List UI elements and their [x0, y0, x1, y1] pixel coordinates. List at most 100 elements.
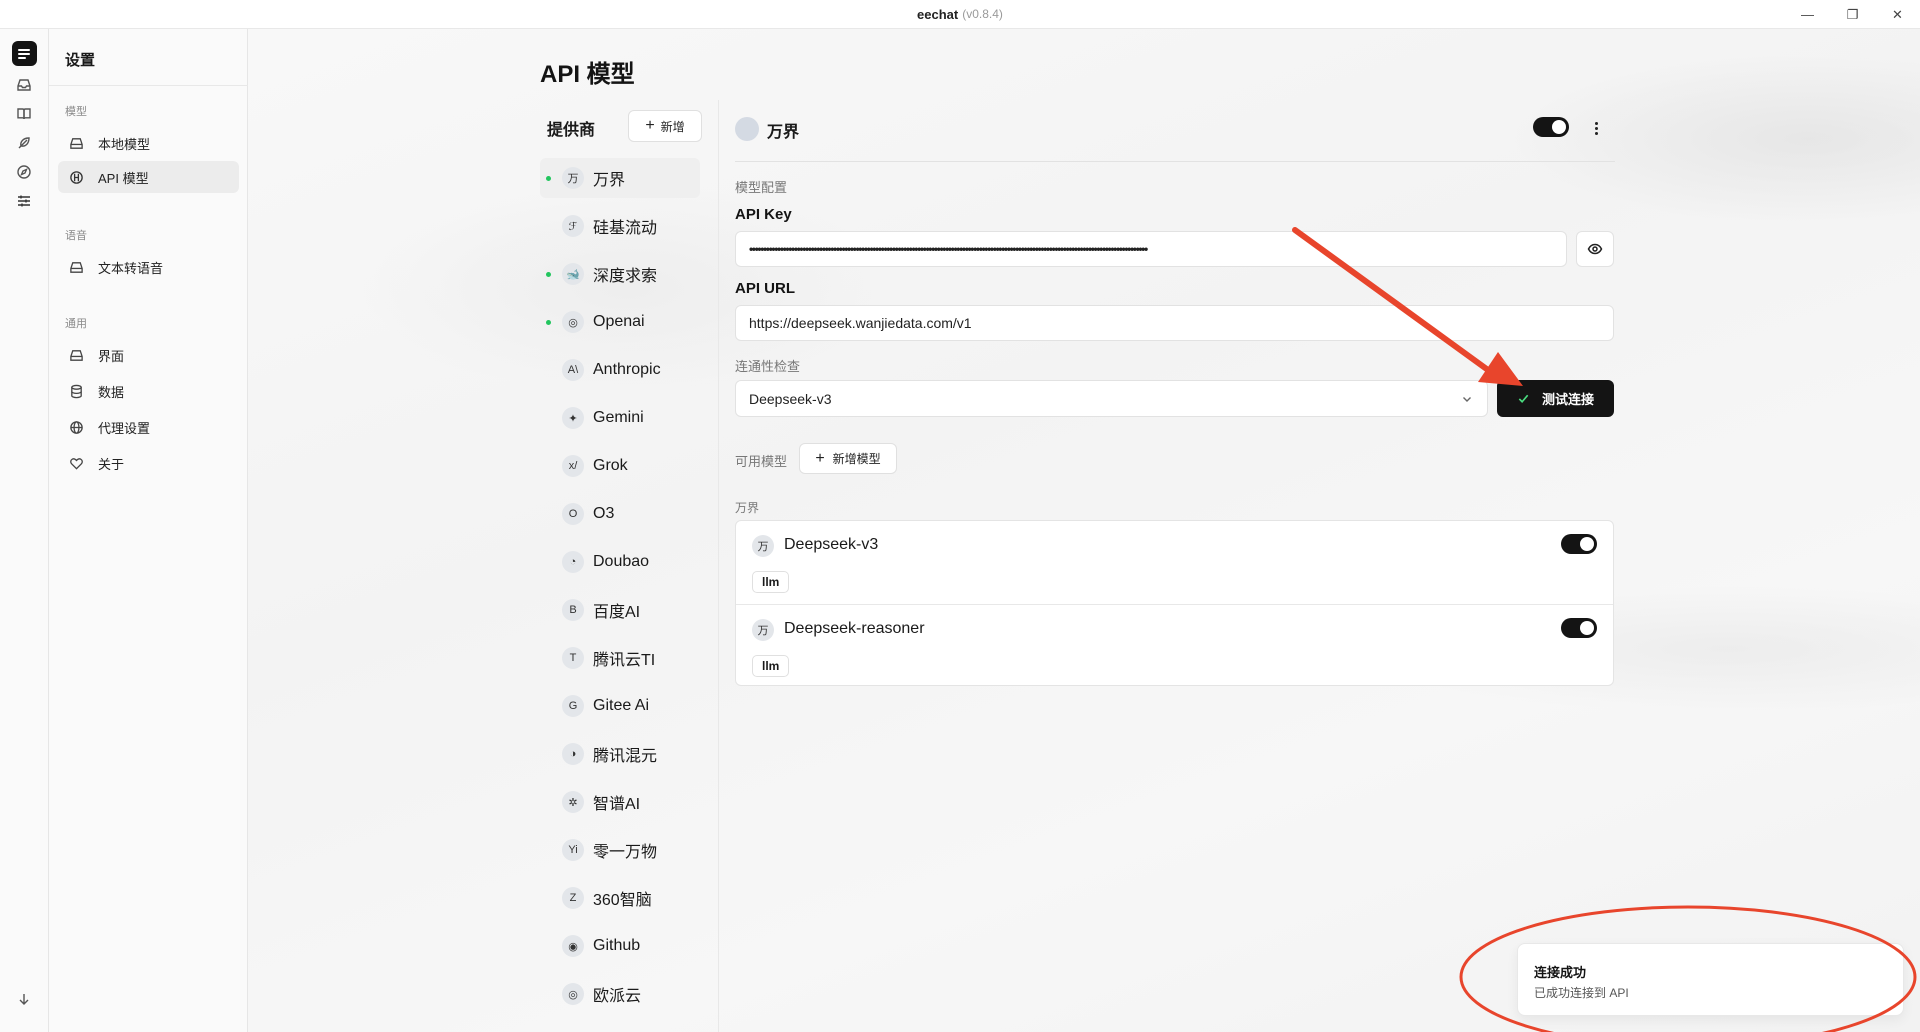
divider [718, 100, 719, 1032]
provider-icon: B [562, 599, 584, 621]
sidebar-item-about[interactable]: 关于 [58, 447, 239, 479]
api-key-label: API Key [735, 206, 792, 223]
logo-icon[interactable] [12, 41, 37, 66]
sidebar-item-tts[interactable]: 文本转语音 [58, 251, 239, 283]
sidebar-item-label: 数据 [98, 384, 125, 400]
arrow-down-icon[interactable] [14, 989, 34, 1009]
toast-notification: 连接成功 已成功连接到 API [1517, 943, 1904, 1016]
provider-label: 百度AI [593, 604, 641, 621]
toggle-visibility-button[interactable] [1576, 231, 1614, 267]
more-options-icon[interactable] [1590, 118, 1602, 138]
provider-avatar [735, 117, 759, 141]
sidebar-item-data[interactable]: 数据 [58, 375, 239, 407]
provider-item[interactable]: ◔ Doubao [540, 542, 700, 582]
provider-item[interactable]: B 百度AI [540, 590, 700, 630]
new-provider-label: 新增 [660, 119, 685, 134]
sidebar-item-local-model[interactable]: 本地模型 [58, 127, 239, 159]
provider-label: 欧派云 [593, 988, 642, 1005]
sidebar-item-proxy[interactable]: 代理设置 [58, 411, 239, 443]
provider-label: Grok [593, 457, 628, 474]
providers-heading: 提供商 [547, 122, 596, 139]
provider-item[interactable]: x/Grok [540, 446, 700, 486]
settings-sidebar: 设置 模型 本地模型 API 模型 语音 文本转语音 通用 界面 数据 代理设置… [49, 29, 248, 1032]
restore-button[interactable]: ❐ [1830, 0, 1875, 29]
provider-item[interactable]: A\ Anthropic [540, 350, 700, 390]
settings-title: 设置 [65, 52, 96, 69]
page-title: API 模型 [540, 61, 635, 88]
provider-label: 零一万物 [593, 844, 658, 861]
toast-title: 连接成功 [1534, 965, 1587, 980]
window-title: eechat [917, 6, 959, 22]
book-icon[interactable] [14, 104, 34, 124]
group-label-general: 通用 [65, 318, 87, 330]
database-icon [68, 383, 84, 399]
section-label: 模型配置 [735, 180, 788, 195]
provider-icon: G [562, 695, 584, 717]
provider-label: Github [593, 937, 641, 954]
provider-icon: x/ [562, 455, 584, 477]
chevron-down-icon [1463, 397, 1471, 402]
model-list-card: 万 Deepseek-v3 llm 万 Deepseek-reasoner ll… [735, 520, 1614, 686]
provider-item[interactable]: ✲ 智谱AI [540, 782, 700, 822]
provider-item[interactable]: 万万界 [540, 158, 700, 198]
provider-item[interactable]: ℱ 硅基流动 [540, 206, 700, 246]
connectivity-model-select[interactable]: Deepseek-v3 [735, 380, 1488, 417]
provider-icon: Yi [562, 839, 584, 861]
provider-label: 腾讯混元 [593, 748, 658, 765]
close-window-button[interactable]: ✕ [1875, 0, 1920, 29]
provider-icon: ✦ [562, 407, 584, 429]
api-url-field[interactable]: https://deepseek.wanjiedata.com/v1 [735, 305, 1614, 341]
provider-item[interactable]: Yi 零一万物 [540, 830, 700, 870]
provider-item[interactable]: ◉ Github [540, 926, 700, 966]
provider-icon: ◎ [562, 983, 584, 1005]
test-connection-label: 测试连接 [1541, 392, 1594, 407]
available-models-label: 可用模型 [735, 454, 788, 469]
model-enable-toggle[interactable] [1561, 534, 1597, 554]
model-enable-toggle[interactable] [1561, 618, 1597, 638]
window-controls: — ❐ ✕ [1785, 0, 1920, 29]
provider-item[interactable]: ◎ Openai [540, 302, 700, 342]
provider-item[interactable]: ◎ 欧派云 [540, 974, 700, 1014]
provider-item[interactable]: G Gitee Ai [540, 686, 700, 726]
selected-model: Deepseek-v3 [749, 390, 832, 407]
provider-icon: O [562, 503, 584, 525]
provider-icon: ✲ [562, 791, 584, 813]
minimize-button[interactable]: — [1785, 0, 1830, 29]
window-version: (v0.8.4) [962, 7, 1003, 21]
provider-icon: ℱ [562, 215, 584, 237]
provider-label: Gitee Ai [593, 697, 650, 714]
provider-item[interactable]: ◑ 腾讯混元 [540, 734, 700, 774]
test-connection-button[interactable]: 测试连接 [1497, 380, 1614, 417]
provider-icon: ◔ [562, 551, 584, 573]
online-dot [546, 272, 551, 277]
feather-icon[interactable] [14, 133, 34, 153]
sidebar-item-interface[interactable]: 界面 [58, 339, 239, 371]
model-name: Deepseek-v3 [784, 536, 879, 553]
group-label-model: 模型 [65, 106, 87, 118]
sidebar-item-label: 关于 [98, 456, 125, 472]
new-provider-button[interactable]: + 新增 [628, 110, 702, 142]
provider-label: 深度求索 [593, 268, 658, 285]
provider-enable-toggle[interactable] [1533, 117, 1569, 137]
sidebar-item-api-model[interactable]: API 模型 [58, 161, 239, 193]
provider-item[interactable]: T 腾讯云TI [540, 638, 700, 678]
inbox-icon[interactable] [14, 75, 34, 95]
online-dot [546, 320, 551, 325]
provider-icon: 万 [562, 167, 584, 189]
provider-icon: ◉ [562, 935, 584, 957]
add-model-button[interactable]: + 新增模型 [799, 443, 897, 474]
toast-message: 已成功连接到 API [1534, 986, 1629, 1000]
model-tag: llm [752, 655, 790, 677]
drive-icon [68, 347, 84, 363]
provider-item[interactable]: ✦ Gemini [540, 398, 700, 438]
connectivity-label: 连通性检查 [735, 359, 801, 374]
divider [735, 161, 1615, 162]
provider-item[interactable]: 🐋 深度求索 [540, 254, 700, 294]
provider-item[interactable]: O O3 [540, 494, 700, 534]
sliders-icon[interactable] [14, 191, 34, 211]
provider-item[interactable]: Z 360智脑 [540, 878, 700, 918]
model-icon: 万 [752, 619, 774, 641]
compass-icon[interactable] [14, 162, 34, 182]
sidebar-item-label: API 模型 [98, 170, 149, 186]
api-key-field[interactable]: ••••••••••••••••••••••••••••••••••••••••… [735, 231, 1567, 267]
